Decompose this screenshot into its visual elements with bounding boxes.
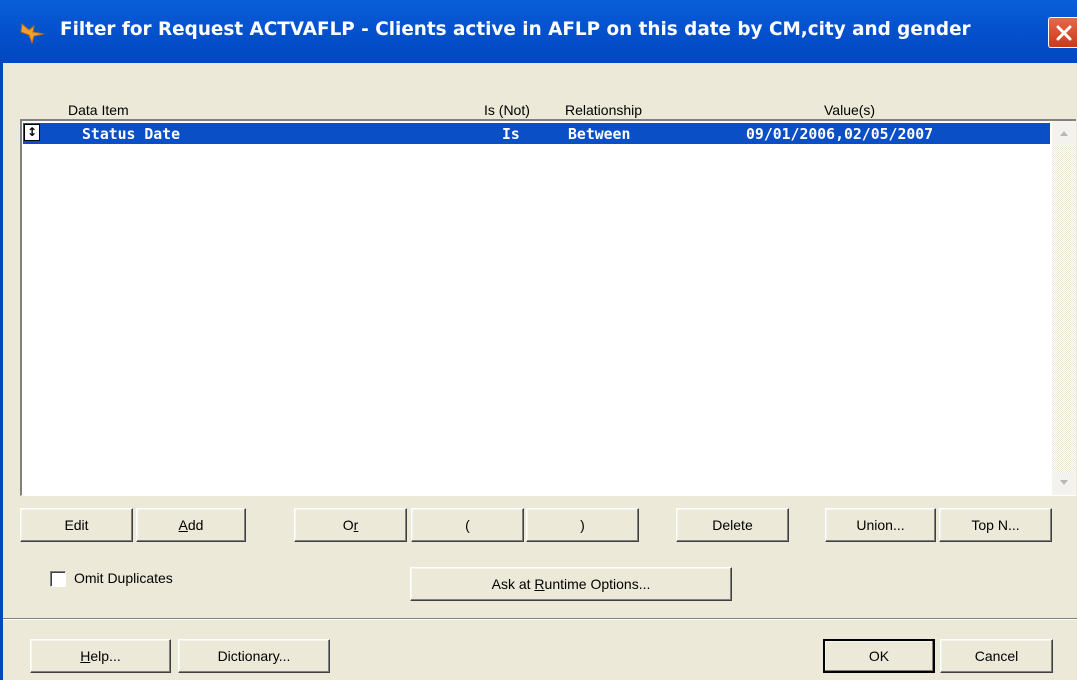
title-bar[interactable]: Filter for Request ACTVAFLP - Clients ac… (0, 0, 1077, 63)
help-button[interactable]: Help... (30, 639, 171, 673)
fox-app-icon (20, 23, 45, 44)
close-paren-button[interactable]: ) (526, 508, 639, 542)
open-paren-button[interactable]: ( (411, 508, 524, 542)
ok-button[interactable]: OK (823, 639, 935, 673)
scroll-down-button[interactable] (1053, 473, 1075, 493)
dictionary-button[interactable]: Dictionary... (178, 639, 330, 673)
close-button[interactable] (1048, 17, 1077, 48)
add-button[interactable]: Add (136, 508, 246, 542)
close-icon (1056, 25, 1072, 41)
scroll-up-arrow-icon (1060, 131, 1068, 136)
filter-row[interactable]: ↕ Status Date Is Between 09/01/2006,02/0… (23, 123, 1050, 144)
scroll-track[interactable] (1052, 145, 1076, 475)
omit-duplicates-label[interactable]: Omit Duplicates (74, 570, 173, 586)
column-header-values[interactable]: Value(s) (824, 102, 875, 118)
row-is-not: Is (502, 126, 520, 143)
delete-button[interactable]: Delete (676, 508, 789, 542)
or-button[interactable]: Or (294, 508, 407, 542)
scroll-up-button[interactable] (1053, 123, 1075, 143)
column-header-relationship[interactable]: Relationship (565, 102, 642, 118)
ask-at-runtime-options-button[interactable]: Ask at Runtime Options... (410, 567, 732, 601)
window-title: Filter for Request ACTVAFLP - Clients ac… (60, 19, 971, 40)
row-relationship: Between (568, 126, 631, 143)
edit-button[interactable]: Edit (20, 508, 133, 542)
column-header-is-not[interactable]: Is (Not) (484, 102, 530, 118)
scroll-down-arrow-icon (1060, 480, 1068, 485)
row-data-item: Status Date (82, 126, 180, 143)
vertical-scrollbar[interactable] (1052, 121, 1076, 495)
cancel-button[interactable]: Cancel (940, 639, 1053, 673)
row-values: 09/01/2006,02/05/2007 (746, 126, 934, 143)
filter-list[interactable]: ↕ Status Date Is Between 09/01/2006,02/0… (20, 119, 1076, 496)
column-header-data-item[interactable]: Data Item (68, 102, 129, 118)
union-button[interactable]: Union... (825, 508, 936, 542)
separator-highlight (3, 619, 1077, 620)
window-border (0, 63, 3, 680)
top-n-button[interactable]: Top N... (939, 508, 1052, 542)
omit-duplicates-checkbox[interactable] (50, 571, 66, 587)
row-move-handle-icon[interactable]: ↕ (24, 124, 40, 141)
